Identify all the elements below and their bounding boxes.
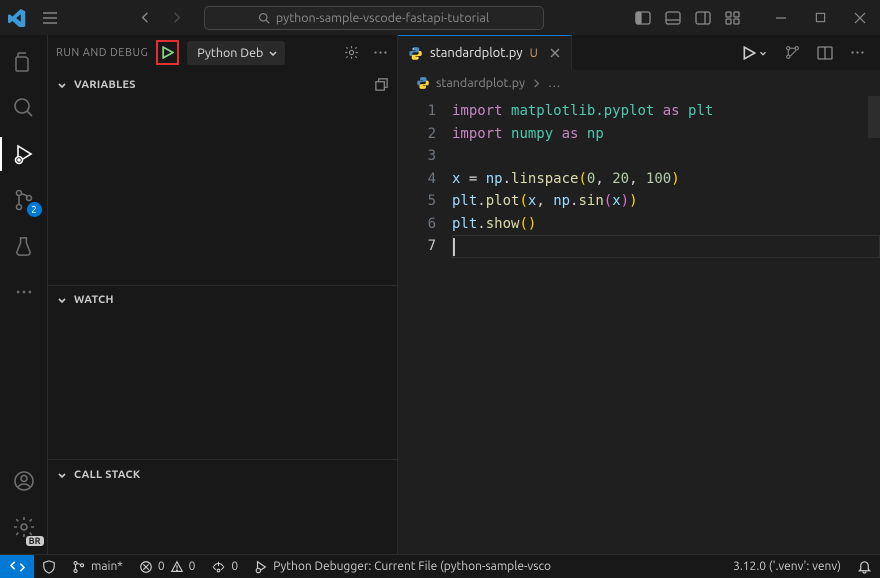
activity-settings[interactable]: BR	[0, 506, 48, 548]
activity-debug[interactable]	[0, 133, 48, 175]
layout-customize-icon[interactable]	[725, 11, 741, 25]
variables-section-header[interactable]: VARIABLES	[48, 70, 397, 98]
code-lines: import matplotlib.pyplot as plt import n…	[452, 100, 880, 554]
run-file-icon[interactable]	[742, 46, 768, 60]
status-problems[interactable]: 0 0	[131, 555, 204, 578]
split-editor-icon[interactable]	[817, 46, 833, 60]
vscode-logo-icon	[8, 9, 26, 27]
tab-modification-indicator: U	[530, 47, 538, 60]
activity-testing[interactable]	[0, 225, 48, 267]
start-debug-button[interactable]	[156, 40, 179, 65]
line-numbers: 1 2 3 4 5 6 7	[398, 100, 452, 554]
chevron-down-icon	[56, 294, 68, 306]
status-trust[interactable]	[34, 555, 64, 578]
window-minimize-icon[interactable]	[775, 12, 787, 24]
layout-panel-icon[interactable]	[665, 11, 681, 25]
status-branch[interactable]: main*	[64, 555, 131, 578]
command-center-text: python-sample-vscode-fastapi-tutorial	[276, 11, 489, 25]
window-maximize-icon[interactable]	[815, 12, 826, 23]
layout-secondary-icon[interactable]	[695, 11, 711, 25]
close-icon[interactable]	[549, 47, 561, 59]
watch-section-header[interactable]: WATCH	[48, 286, 397, 314]
activity-source-control[interactable]: 2	[0, 179, 48, 221]
variables-label: VARIABLES	[74, 79, 136, 91]
activity-more[interactable]	[0, 271, 48, 313]
breadcrumb-file: standardplot.py	[436, 76, 525, 90]
sidebar-title: RUN AND DEBUG	[56, 47, 148, 59]
callstack-body	[48, 488, 397, 554]
debug-settings-icon[interactable]	[343, 44, 360, 61]
breadcrumb-more: …	[548, 76, 560, 90]
nav-back-icon[interactable]	[138, 10, 153, 25]
python-file-icon	[416, 76, 430, 90]
command-center[interactable]: python-sample-vscode-fastapi-tutorial	[204, 6, 544, 30]
status-python-env[interactable]: 3.12.0 ('.venv': venv)	[725, 560, 849, 573]
status-ports[interactable]: 0	[203, 555, 246, 578]
status-debug-config[interactable]: Python Debugger: Current File (python-sa…	[246, 555, 559, 578]
code-editor[interactable]: 1 2 3 4 5 6 7 import matplotlib.pyplot a…	[398, 96, 880, 554]
profile-badge: BR	[26, 536, 44, 546]
collapse-all-icon[interactable]	[374, 77, 389, 92]
debug-more-icon[interactable]	[372, 44, 389, 61]
chevron-right-icon	[531, 78, 542, 89]
activity-accounts[interactable]	[0, 460, 48, 502]
scm-badge: 2	[27, 202, 42, 217]
breadcrumb[interactable]: standardplot.py …	[398, 70, 880, 96]
chevron-down-icon	[56, 79, 68, 91]
activity-explorer[interactable]	[0, 41, 48, 83]
python-file-icon	[408, 46, 423, 61]
variables-body	[48, 98, 397, 285]
editor-debug-icon[interactable]	[784, 44, 801, 61]
layout-primary-icon[interactable]	[635, 11, 651, 25]
remote-indicator[interactable]	[0, 555, 34, 578]
tab-filename: standardplot.py	[430, 46, 523, 60]
activity-search[interactable]	[0, 87, 48, 129]
window-close-icon[interactable]	[854, 12, 866, 24]
chevron-down-icon	[56, 469, 68, 481]
debug-config-label: Python Deb	[197, 46, 263, 60]
status-notifications[interactable]	[849, 559, 880, 574]
debug-config-select[interactable]: Python Deb	[187, 41, 285, 65]
callstack-label: CALL STACK	[74, 469, 140, 481]
editor-more-icon[interactable]	[849, 44, 866, 61]
callstack-section-header[interactable]: CALL STACK	[48, 460, 397, 488]
search-icon	[258, 12, 270, 24]
text-cursor	[453, 238, 455, 256]
menu-icon[interactable]	[36, 7, 64, 29]
editor-tab[interactable]: standardplot.py U	[398, 35, 572, 70]
watch-label: WATCH	[74, 294, 114, 306]
nav-forward-icon[interactable]	[169, 10, 184, 25]
watch-body	[48, 314, 397, 460]
minimap-scrollbar[interactable]	[868, 96, 880, 138]
